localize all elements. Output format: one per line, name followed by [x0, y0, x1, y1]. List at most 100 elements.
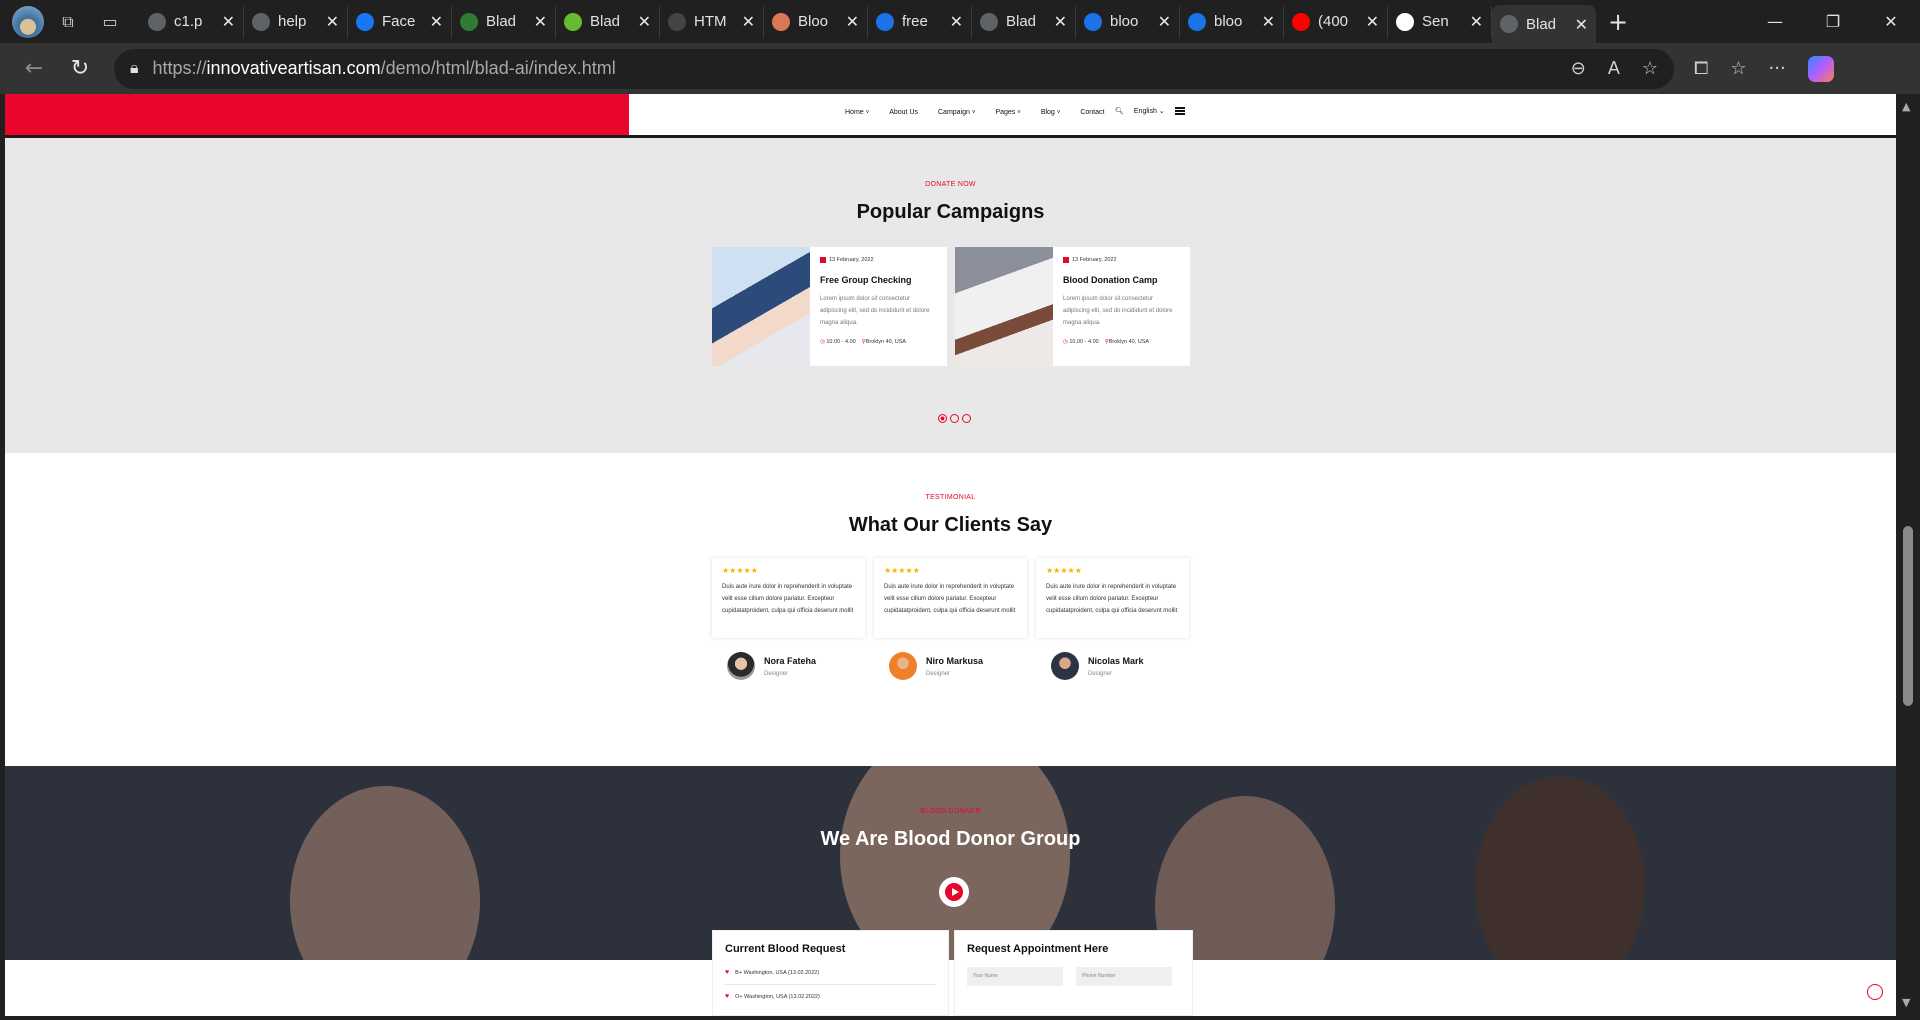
favorites-icon[interactable]: ☆: [1730, 58, 1746, 79]
tab-label: help: [278, 13, 307, 30]
carousel-dot[interactable]: [938, 414, 947, 423]
tab-label: Blad: [1006, 13, 1037, 30]
author-role: Designer: [764, 670, 789, 677]
workspaces-icon[interactable]: ⧉: [50, 4, 86, 40]
browser-tab[interactable]: Face ✕: [348, 5, 452, 38]
reload-icon[interactable]: ↻: [60, 49, 100, 89]
menu-item-about[interactable]: About Us: [889, 109, 918, 116]
play-icon: [951, 888, 959, 896]
tab-label: Sen: [1422, 13, 1449, 30]
menu-item-home[interactable]: Home ˅: [845, 109, 869, 116]
browser-tab[interactable]: free ✕: [868, 5, 972, 38]
read-aloud-icon[interactable]: A: [1608, 58, 1620, 79]
scroll-down-icon: ▼: [1902, 996, 1911, 1009]
section-title: What Our Clients Say: [848, 514, 1053, 536]
browser-tab[interactable]: Sen ✕: [1388, 5, 1492, 38]
panel-title: Current Blood Request: [725, 943, 846, 955]
tab-label: bloo: [1110, 13, 1139, 30]
browser-tab[interactable]: HTM ✕: [660, 5, 764, 38]
close-tab-icon[interactable]: ✕: [846, 12, 859, 31]
more-menu-icon[interactable]: ···: [1769, 58, 1786, 79]
browser-tab[interactable]: help ✕: [244, 5, 348, 38]
browser-tab[interactable]: bloo ✕: [1180, 5, 1284, 38]
close-tab-icon[interactable]: ✕: [1054, 12, 1067, 31]
calendar-icon: [820, 257, 826, 263]
close-tab-icon[interactable]: ✕: [638, 12, 651, 31]
campaign-place: Broklyn 40, USA: [1108, 339, 1150, 345]
carousel-dot[interactable]: [950, 414, 959, 423]
search-icon: [1084, 12, 1102, 31]
tab-label: c1.p: [174, 13, 203, 30]
browser-tab[interactable]: (400 ✕: [1284, 5, 1388, 38]
browser-tab[interactable]: Blad ✕: [452, 5, 556, 38]
close-tab-icon[interactable]: ✕: [1158, 12, 1171, 31]
back-arrow-icon[interactable]: ←: [14, 49, 54, 89]
menu-item-blog[interactable]: Blog ˅: [1041, 109, 1061, 116]
github-icon: [1396, 12, 1414, 31]
close-tab-icon[interactable]: ✕: [742, 12, 755, 31]
browser-tab[interactable]: Bloo ✕: [764, 5, 868, 38]
chevron-down-icon: ˅: [1017, 110, 1021, 116]
testimonial-text: Duis aute irure dolor in reprehenderit i…: [722, 584, 854, 614]
menu-item-campaign[interactable]: Campaign ˅: [938, 109, 975, 116]
hamburger-menu-icon[interactable]: [1174, 107, 1185, 115]
tab-label: Blad: [590, 13, 621, 30]
play-video-button[interactable]: [939, 877, 969, 907]
tab-label: Bloo: [798, 13, 829, 30]
browser-tab[interactable]: Blad ✕: [556, 5, 660, 38]
menu-item-contact[interactable]: Contact: [1080, 109, 1104, 116]
minimize-button[interactable]: —: [1746, 12, 1804, 31]
restore-button[interactable]: ❐: [1804, 12, 1862, 31]
browser-tab[interactable]: Blad ✕: [972, 5, 1076, 38]
phone-field[interactable]: Phone Number: [1076, 967, 1173, 986]
menu-item-pages[interactable]: Pages ˅: [995, 109, 1020, 116]
popular-campaigns-section: DONATE NOW Popular Campaigns 13 February…: [5, 138, 1896, 453]
clock-icon: ◷: [820, 339, 825, 345]
scrollbar-thumb[interactable]: [1903, 526, 1913, 706]
close-tab-icon[interactable]: ✕: [222, 12, 235, 31]
browser-tab[interactable]: c1.p ✕: [140, 5, 244, 38]
extensions-icon[interactable]: ⧠: [1694, 58, 1708, 79]
page-scrollbar[interactable]: ▲ ▼: [1896, 94, 1920, 1020]
campaign-card[interactable]: 13 February, 2022 Free Group Checking Lo…: [712, 247, 947, 366]
heart-icon: ♥: [725, 993, 730, 1000]
campaign-title[interactable]: Blood Donation Camp: [1063, 275, 1180, 285]
request-row[interactable]: ♥ O+ Washington, USA (13.02.2022): [725, 993, 936, 1000]
testimonial-card: ★★★★★ Duis aute irure dolor in reprehend…: [874, 558, 1027, 638]
campaign-card[interactable]: 13 February, 2022 Blood Donation Camp Lo…: [955, 247, 1190, 366]
zoom-out-icon[interactable]: ⊖: [1571, 58, 1586, 79]
copilot-icon[interactable]: [1807, 55, 1834, 82]
back-to-top-button[interactable]: [1867, 984, 1883, 1000]
author-name: Nora Fateha: [764, 655, 817, 666]
close-tab-icon[interactable]: ✕: [326, 12, 339, 31]
request-row[interactable]: ♥ B+ Washington, USA (13.02.2022): [725, 969, 936, 976]
close-tab-icon[interactable]: ✕: [430, 12, 443, 31]
campaign-title[interactable]: Free Group Checking: [820, 275, 937, 285]
favorite-star-icon[interactable]: ☆: [1642, 58, 1658, 79]
section-kicker: TESTIMONIAL: [925, 494, 976, 501]
close-tab-icon[interactable]: ✕: [534, 12, 547, 31]
close-window-button[interactable]: ✕: [1862, 12, 1920, 31]
close-tab-icon[interactable]: ✕: [950, 12, 963, 31]
vertical-tabs-icon[interactable]: ▭: [92, 4, 128, 40]
carousel-dot[interactable]: [962, 414, 971, 423]
profile-avatar[interactable]: [12, 5, 44, 38]
tab-label: HTM: [694, 13, 727, 30]
url-host: innovativeartisan.com: [206, 58, 381, 78]
rating-stars-icon: ★★★★★: [722, 566, 758, 575]
name-field[interactable]: Your Name: [967, 967, 1063, 986]
close-tab-icon[interactable]: ✕: [1366, 12, 1379, 31]
close-tab-icon[interactable]: ✕: [1470, 12, 1483, 31]
url-field[interactable]: 🔒︎ https://innovativeartisan.com/demo/ht…: [114, 48, 1674, 89]
close-tab-icon[interactable]: ✕: [1575, 15, 1588, 34]
search-icon[interactable]: 🔍︎: [1115, 107, 1124, 115]
close-tab-icon[interactable]: ✕: [1262, 12, 1275, 31]
language-select[interactable]: English ⌄: [1134, 107, 1165, 115]
page-viewport: Home ˅ About Us Campaign ˅ Pages ˅ Blog ˅ Co…: [5, 94, 1896, 1016]
new-tab-button[interactable]: +: [1596, 8, 1640, 36]
browser-tab[interactable]: Blad ✕: [1492, 5, 1596, 43]
browser-tab[interactable]: bloo ✕: [1076, 5, 1180, 38]
campaign-date: 13 February, 2022: [829, 257, 874, 263]
avatar: [727, 652, 755, 680]
site-header: Home ˅ About Us Campaign ˅ Pages ˅ Blog ˅ Co…: [5, 94, 1896, 138]
